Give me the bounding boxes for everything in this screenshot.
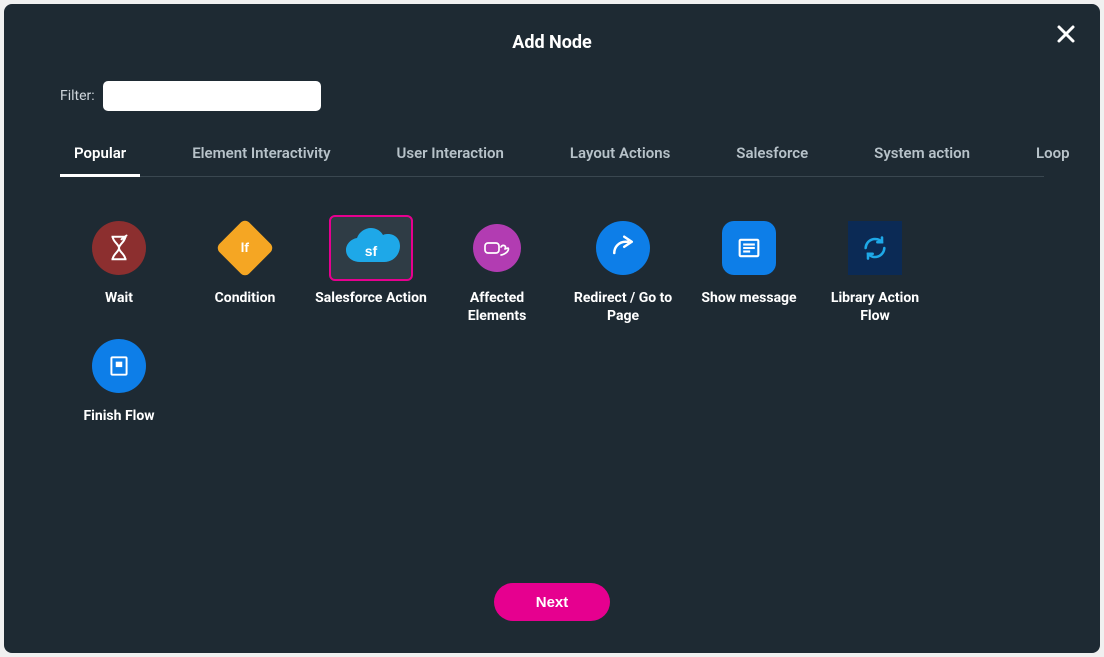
tab-salesforce[interactable]: Salesforce [722,144,822,177]
filter-label: Filter: [60,88,95,104]
finish-icon [92,339,146,393]
hand-click-icon [473,224,521,272]
node-condition[interactable]: If Condition [186,215,304,325]
hourglass-icon [92,221,146,275]
node-redirect[interactable]: Redirect / Go to Page [564,215,682,325]
svg-text:sf: sf [365,243,378,259]
redirect-icon [596,221,650,275]
tab-layout-actions[interactable]: Layout Actions [556,144,684,177]
node-affected-elements[interactable]: Affected Elements [438,215,556,325]
node-label: Show message [692,289,807,307]
node-label: Wait [62,289,177,307]
add-node-modal: Add Node Filter: Popular Element Interac… [4,4,1100,653]
filter-input[interactable] [103,81,321,111]
node-wait[interactable]: Wait [60,215,178,325]
tab-popular[interactable]: Popular [60,144,140,177]
tab-bar: Popular Element Interactivity User Inter… [60,121,1044,177]
node-label: Redirect / Go to Page [566,289,681,325]
tab-loop[interactable]: Loop [1022,144,1084,177]
next-button[interactable]: Next [494,583,611,621]
modal-header: Add Node [4,4,1100,63]
node-label: Salesforce Action [314,289,429,307]
node-label: Finish Flow [62,407,177,425]
node-salesforce-action[interactable]: sf Salesforce Action [312,215,430,325]
node-label: Affected Elements [440,289,555,325]
node-show-message[interactable]: Show message [690,215,808,325]
node-library-action-flow[interactable]: Library Action Flow [816,215,934,325]
close-button[interactable] [1054,22,1078,46]
cloud-sf-icon: sf [340,226,402,270]
node-label: Library Action Flow [818,289,933,325]
tab-user-interaction[interactable]: User Interaction [383,144,518,177]
close-icon [1054,22,1078,46]
refresh-icon [848,221,902,275]
tab-system-action[interactable]: System action [860,144,984,177]
node-grid: Wait If Condition sf Salesforce Action [4,177,1100,426]
modal-footer: Next [4,583,1100,653]
modal-title: Add Node [4,32,1100,53]
message-icon [722,221,776,275]
node-label: Condition [188,289,303,307]
node-finish-flow[interactable]: Finish Flow [60,333,178,425]
filter-row: Filter: [4,63,1100,121]
condition-icon: If [215,218,274,277]
tab-element-interactivity[interactable]: Element Interactivity [178,144,344,177]
